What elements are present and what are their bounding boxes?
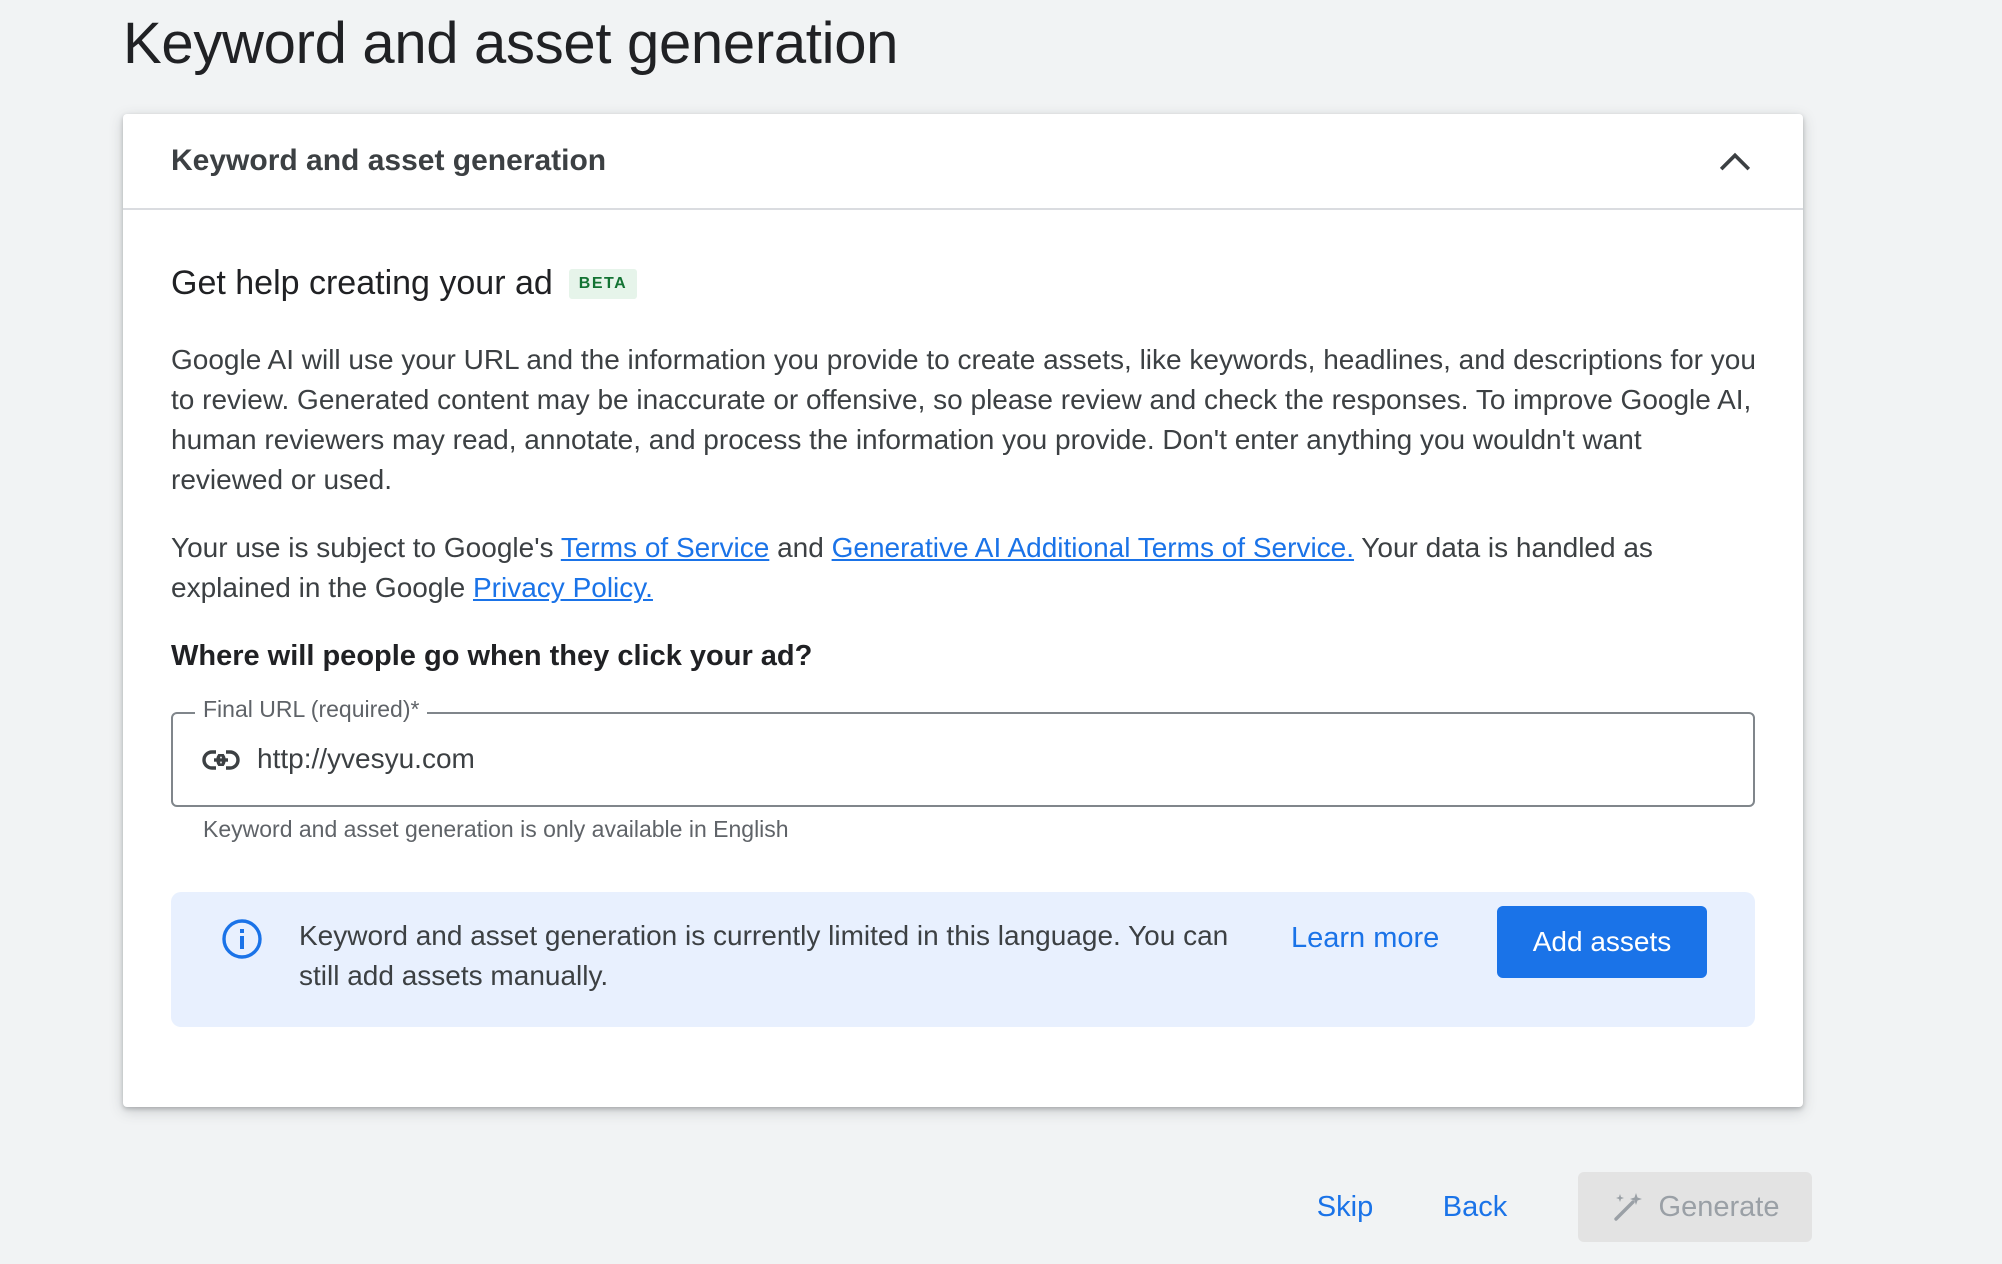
ai-disclaimer-text: Google AI will use your URL and the info… xyxy=(171,344,1756,495)
terms-prefix: Your use is subject to Google's xyxy=(171,532,561,563)
chevron-up-icon xyxy=(1719,152,1751,171)
generation-card: Keyword and asset generation Get help cr… xyxy=(123,114,1803,1107)
info-icon xyxy=(222,919,262,959)
skip-button[interactable]: Skip xyxy=(1300,1172,1390,1242)
card-header[interactable]: Keyword and asset generation xyxy=(123,114,1803,210)
beta-badge: BETA xyxy=(568,268,638,299)
generate-label: Generate xyxy=(1658,1190,1780,1223)
add-assets-button[interactable]: Add assets xyxy=(1497,906,1707,978)
generative-ai-terms-link[interactable]: Generative AI Additional Terms of Servic… xyxy=(832,532,1354,563)
learn-more-link[interactable]: Learn more xyxy=(1291,922,1439,955)
terms-text: Your use is subject to Google's Terms of… xyxy=(171,528,1761,608)
link-icon xyxy=(202,750,240,770)
terms-and: and xyxy=(769,532,832,563)
section-heading-text: Get help creating your ad xyxy=(171,264,553,302)
final-url-field[interactable]: Final URL (required)* xyxy=(171,696,1755,807)
url-helper-text: Keyword and asset generation is only ava… xyxy=(203,816,789,842)
terms-of-service-link[interactable]: Terms of Service xyxy=(561,532,770,563)
generate-button[interactable]: Generate xyxy=(1578,1172,1812,1242)
section-heading: Get help creating your ad BETA xyxy=(171,264,638,303)
privacy-policy-link[interactable]: Privacy Policy. xyxy=(473,572,653,603)
banner-message: Keyword and asset generation is currentl… xyxy=(299,920,1229,991)
back-button[interactable]: Back xyxy=(1430,1172,1520,1242)
final-url-input[interactable] xyxy=(257,734,1717,784)
card-header-title: Keyword and asset generation xyxy=(171,144,607,177)
language-limit-banner: Keyword and asset generation is currentl… xyxy=(171,892,1755,1027)
page-title: Keyword and asset generation xyxy=(123,11,899,76)
collapse-button[interactable] xyxy=(1707,134,1763,190)
url-question: Where will people go when they click you… xyxy=(171,640,813,672)
magic-wand-icon xyxy=(1613,1193,1642,1221)
final-url-label: Final URL (required)* xyxy=(195,696,428,723)
